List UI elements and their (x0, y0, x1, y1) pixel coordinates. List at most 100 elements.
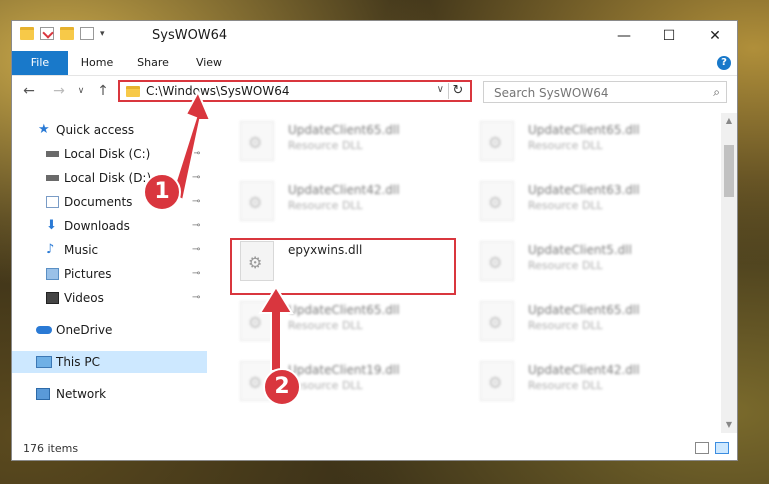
gear-icon: ⚙ (488, 313, 503, 332)
status-bar: 176 items (12, 439, 737, 461)
folder-icon[interactable] (20, 27, 34, 40)
gear-icon: ⚙ (488, 133, 503, 152)
music-icon: ♪ (46, 242, 55, 257)
gear-icon: ⚙ (488, 193, 503, 212)
sidebar-item-label: OneDrive (56, 323, 113, 337)
sidebar-item-this-pc[interactable]: This PC (12, 351, 207, 373)
title-bar: ▾ SysWOW64 — ☐ ✕ (12, 21, 737, 51)
sidebar-item-label: This PC (56, 355, 100, 369)
sidebar-item-label: Documents (64, 195, 133, 209)
ribbon-tabs: File Home Share View ? (12, 51, 737, 76)
sidebar-item-onedrive[interactable]: OneDrive (12, 319, 207, 341)
documents-icon (46, 196, 59, 208)
file-type: Resource DLL (288, 139, 363, 152)
sidebar-item-videos[interactable]: Videos ⊸ (12, 287, 207, 309)
maximize-button[interactable]: ☐ (646, 21, 692, 51)
new-folder-icon[interactable] (60, 27, 74, 40)
sidebar-item-label: Local Disk (C:) (64, 147, 151, 161)
file-name: UpdateClient65.dll (288, 123, 400, 137)
network-icon (36, 388, 50, 400)
scroll-up-icon[interactable]: ▲ (721, 113, 737, 129)
pin-icon[interactable]: ⊸ (192, 287, 200, 309)
sidebar-item-label: Music (64, 243, 99, 257)
step-marker-2: 2 (263, 368, 301, 406)
file-item[interactable]: ⚙ UpdateClient63.dll Resource DLL (470, 177, 690, 227)
file-name: UpdateClient65.dll (528, 303, 640, 317)
sidebar-item-label: Videos (64, 291, 104, 305)
file-item[interactable]: ⚙ UpdateClient42.dll Resource DLL (470, 357, 690, 407)
tab-file[interactable]: File (12, 51, 68, 75)
forward-button[interactable]: → (50, 82, 68, 100)
tab-share[interactable]: Share (130, 51, 176, 75)
window-title: SysWOW64 (152, 28, 228, 43)
tab-view[interactable]: View (186, 51, 232, 75)
sidebar-item-pictures[interactable]: Pictures ⊸ (12, 263, 207, 285)
pin-icon[interactable]: ⊸ (192, 215, 200, 237)
pictures-icon (46, 268, 59, 280)
sidebar-item-network[interactable]: Network (12, 383, 207, 405)
search-input[interactable] (492, 85, 696, 101)
search-box[interactable]: ⌕ (483, 81, 727, 103)
file-item[interactable]: ⚙ UpdateClient65.dll Resource DLL (470, 117, 690, 167)
back-button[interactable]: ← (20, 82, 38, 100)
vertical-scrollbar[interactable]: ▲ ▼ (721, 113, 737, 433)
quick-access-toolbar: ▾ (20, 27, 105, 40)
tab-home[interactable]: Home (74, 51, 120, 75)
file-item[interactable]: ⚙ UpdateClient5.dll Resource DLL (470, 237, 690, 287)
file-item[interactable]: ⚙ UpdateClient42.dll Resource DLL (230, 177, 450, 227)
recent-locations-button[interactable]: ∨ (72, 82, 90, 100)
view-options-icon[interactable] (80, 27, 94, 40)
file-name: UpdateClient65.dll (528, 123, 640, 137)
details-view-icon[interactable] (695, 442, 709, 454)
file-item[interactable]: ⚙ UpdateClient65.dll Resource DLL (230, 117, 450, 167)
file-type: Resource DLL (528, 139, 603, 152)
sidebar-item-label: Local Disk (D:) (64, 171, 152, 185)
star-icon: ★ (38, 122, 50, 137)
file-name: UpdateClient42.dll (528, 363, 640, 377)
sidebar-item-label: Network (56, 387, 107, 401)
minimize-button[interactable]: — (601, 21, 647, 51)
pin-icon[interactable]: ⊸ (192, 239, 200, 261)
sidebar-item-label: Downloads (64, 219, 130, 233)
drive-icon (46, 151, 59, 157)
sidebar-item-label: Pictures (64, 267, 112, 281)
folder-icon (126, 86, 140, 97)
file-type: Resource DLL (528, 379, 603, 392)
drive-icon (46, 175, 59, 181)
close-button[interactable]: ✕ (692, 21, 738, 51)
computer-icon (36, 356, 52, 368)
chevron-down-icon[interactable]: ∨ (437, 84, 444, 95)
sidebar-item-label: Quick access (56, 123, 135, 137)
file-name: UpdateClient42.dll (288, 183, 400, 197)
videos-icon (46, 292, 59, 304)
view-switcher (695, 442, 729, 454)
sidebar-item-downloads[interactable]: ⬇ Downloads ⊸ (12, 215, 207, 237)
file-type: Resource DLL (528, 259, 603, 272)
help-icon[interactable]: ? (717, 56, 731, 70)
navigation-bar: ← → ∨ ↑ C:\Windows\SysWOW64 ∨ ↻ ⌕ (12, 77, 737, 107)
gear-icon: ⚙ (488, 253, 503, 272)
download-icon: ⬇ (46, 218, 57, 233)
search-icon[interactable]: ⌕ (713, 85, 720, 100)
sidebar-item-music[interactable]: ♪ Music ⊸ (12, 239, 207, 261)
file-type: Resource DLL (288, 199, 363, 212)
item-count: 176 items (23, 442, 79, 455)
large-icons-view-icon[interactable] (715, 442, 729, 454)
cloud-icon (36, 326, 52, 334)
customize-toolbar-icon[interactable]: ▾ (100, 29, 105, 39)
gear-icon: ⚙ (488, 373, 503, 392)
pin-icon[interactable]: ⊸ (192, 263, 200, 285)
gear-icon: ⚙ (248, 133, 263, 152)
properties-icon[interactable] (40, 27, 54, 40)
gear-icon: ⚙ (248, 193, 263, 212)
file-name: UpdateClient19.dll (288, 363, 400, 377)
file-item[interactable]: ⚙ UpdateClient65.dll Resource DLL (470, 297, 690, 347)
scroll-down-icon[interactable]: ▼ (721, 417, 737, 433)
refresh-button[interactable]: ↻ (448, 83, 467, 99)
file-type: Resource DLL (528, 319, 603, 332)
file-name: UpdateClient65.dll (288, 303, 400, 317)
scrollbar-thumb[interactable] (724, 145, 734, 197)
up-button[interactable]: ↑ (94, 82, 112, 100)
file-name: UpdateClient5.dll (528, 243, 632, 257)
file-name: UpdateClient63.dll (528, 183, 640, 197)
